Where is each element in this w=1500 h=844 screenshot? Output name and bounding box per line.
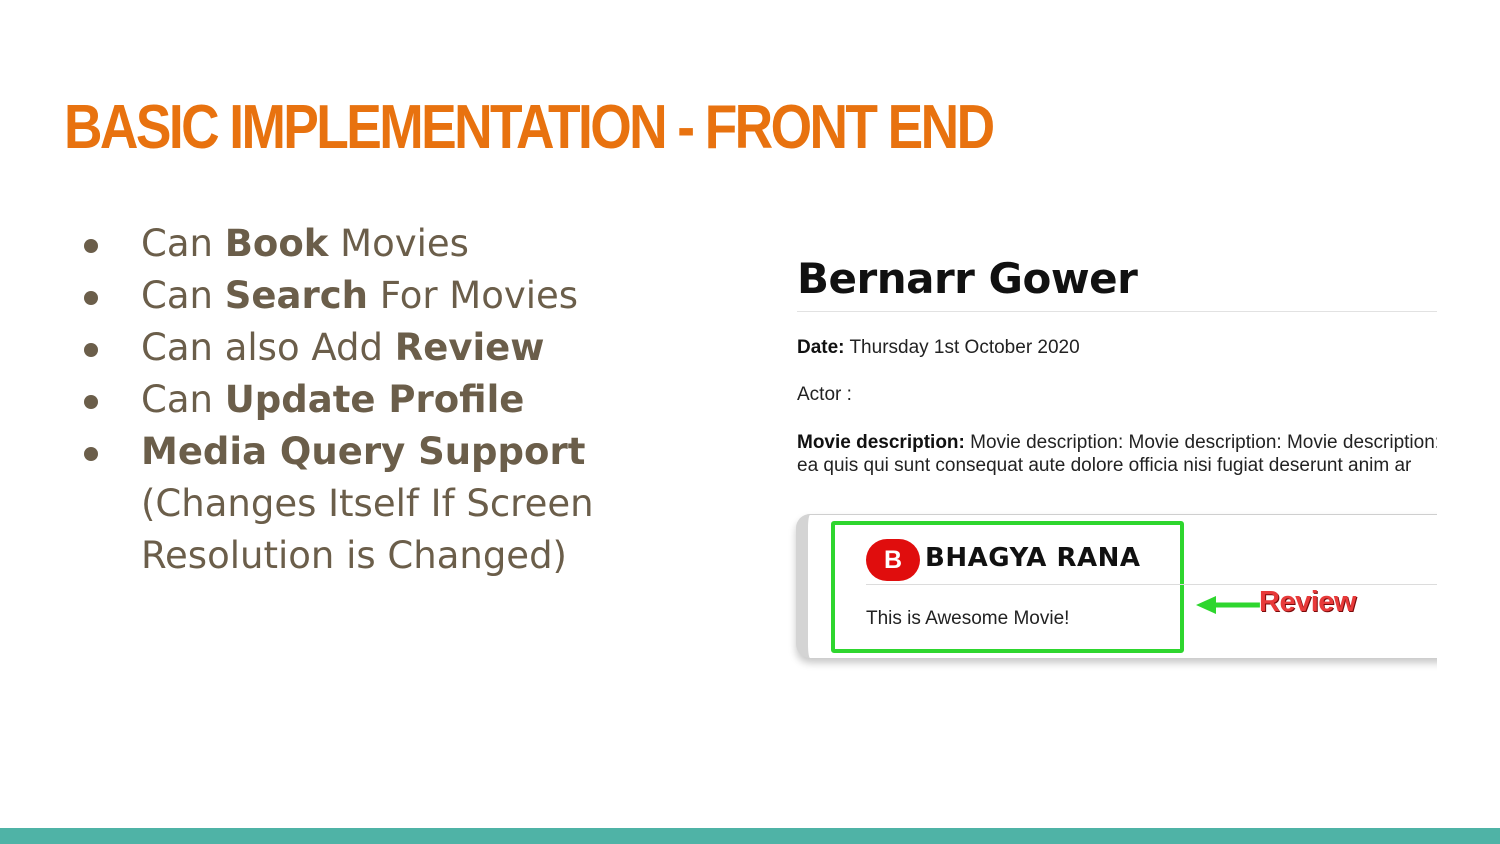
divider [797,311,1437,312]
date-value: Thursday 1st October 2020 [844,337,1080,358]
feature-item: Can also Add Review [80,322,740,374]
feature-keyword: Book [224,222,329,265]
feature-item: Can Book Movies [80,218,740,270]
feature-keyword: Search [224,274,368,317]
date-label: Date: [797,337,845,358]
feature-list: Can Book Movies Can Search For Movies Ca… [80,218,740,582]
feature-text: Can [141,274,225,317]
feature-text: For Movies [367,274,579,317]
feature-keyword: Media Query Support [141,430,586,473]
description-text: ea quis qui sunt consequat aute dolore o… [797,455,1412,476]
feature-text: Movies [328,222,469,265]
reviewer-name: BHAGYA RANA [925,543,1141,573]
divider [866,584,1437,585]
movie-date: Date: Thursday 1st October 2020 [797,337,1080,359]
movie-actor: Actor : [797,384,852,405]
arrow-left-icon [1196,596,1260,614]
feature-item: Can Update Profile [80,374,740,426]
feature-text: Can [141,378,225,421]
feature-text: (Changes Itself If Screen Resolution is … [141,482,594,577]
feature-text: Can also Add [141,326,395,369]
footer-bar [0,828,1500,844]
description-label: Movie description: [797,432,965,453]
description-text: Movie description: Movie description: Mo… [964,432,1437,453]
review-annotation-label: Review [1259,586,1356,618]
avatar: B [866,539,920,581]
feature-item: Media Query Support (Changes Itself If S… [80,426,740,582]
feature-item: Can Search For Movies [80,270,740,322]
movie-title: Bernarr Gower [797,254,1138,303]
review-text: This is Awesome Movie! [866,608,1070,629]
feature-text: Can [141,222,225,265]
movie-page-screenshot: Bernarr Gower Date: Thursday 1st October… [786,236,1437,674]
movie-description: Movie description: Movie description: Mo… [797,431,1437,477]
slide-title: BASIC IMPLEMENTATION - FRONT END [64,93,995,162]
feature-keyword: Review [394,326,545,369]
feature-keyword: Update Profile [224,378,525,421]
